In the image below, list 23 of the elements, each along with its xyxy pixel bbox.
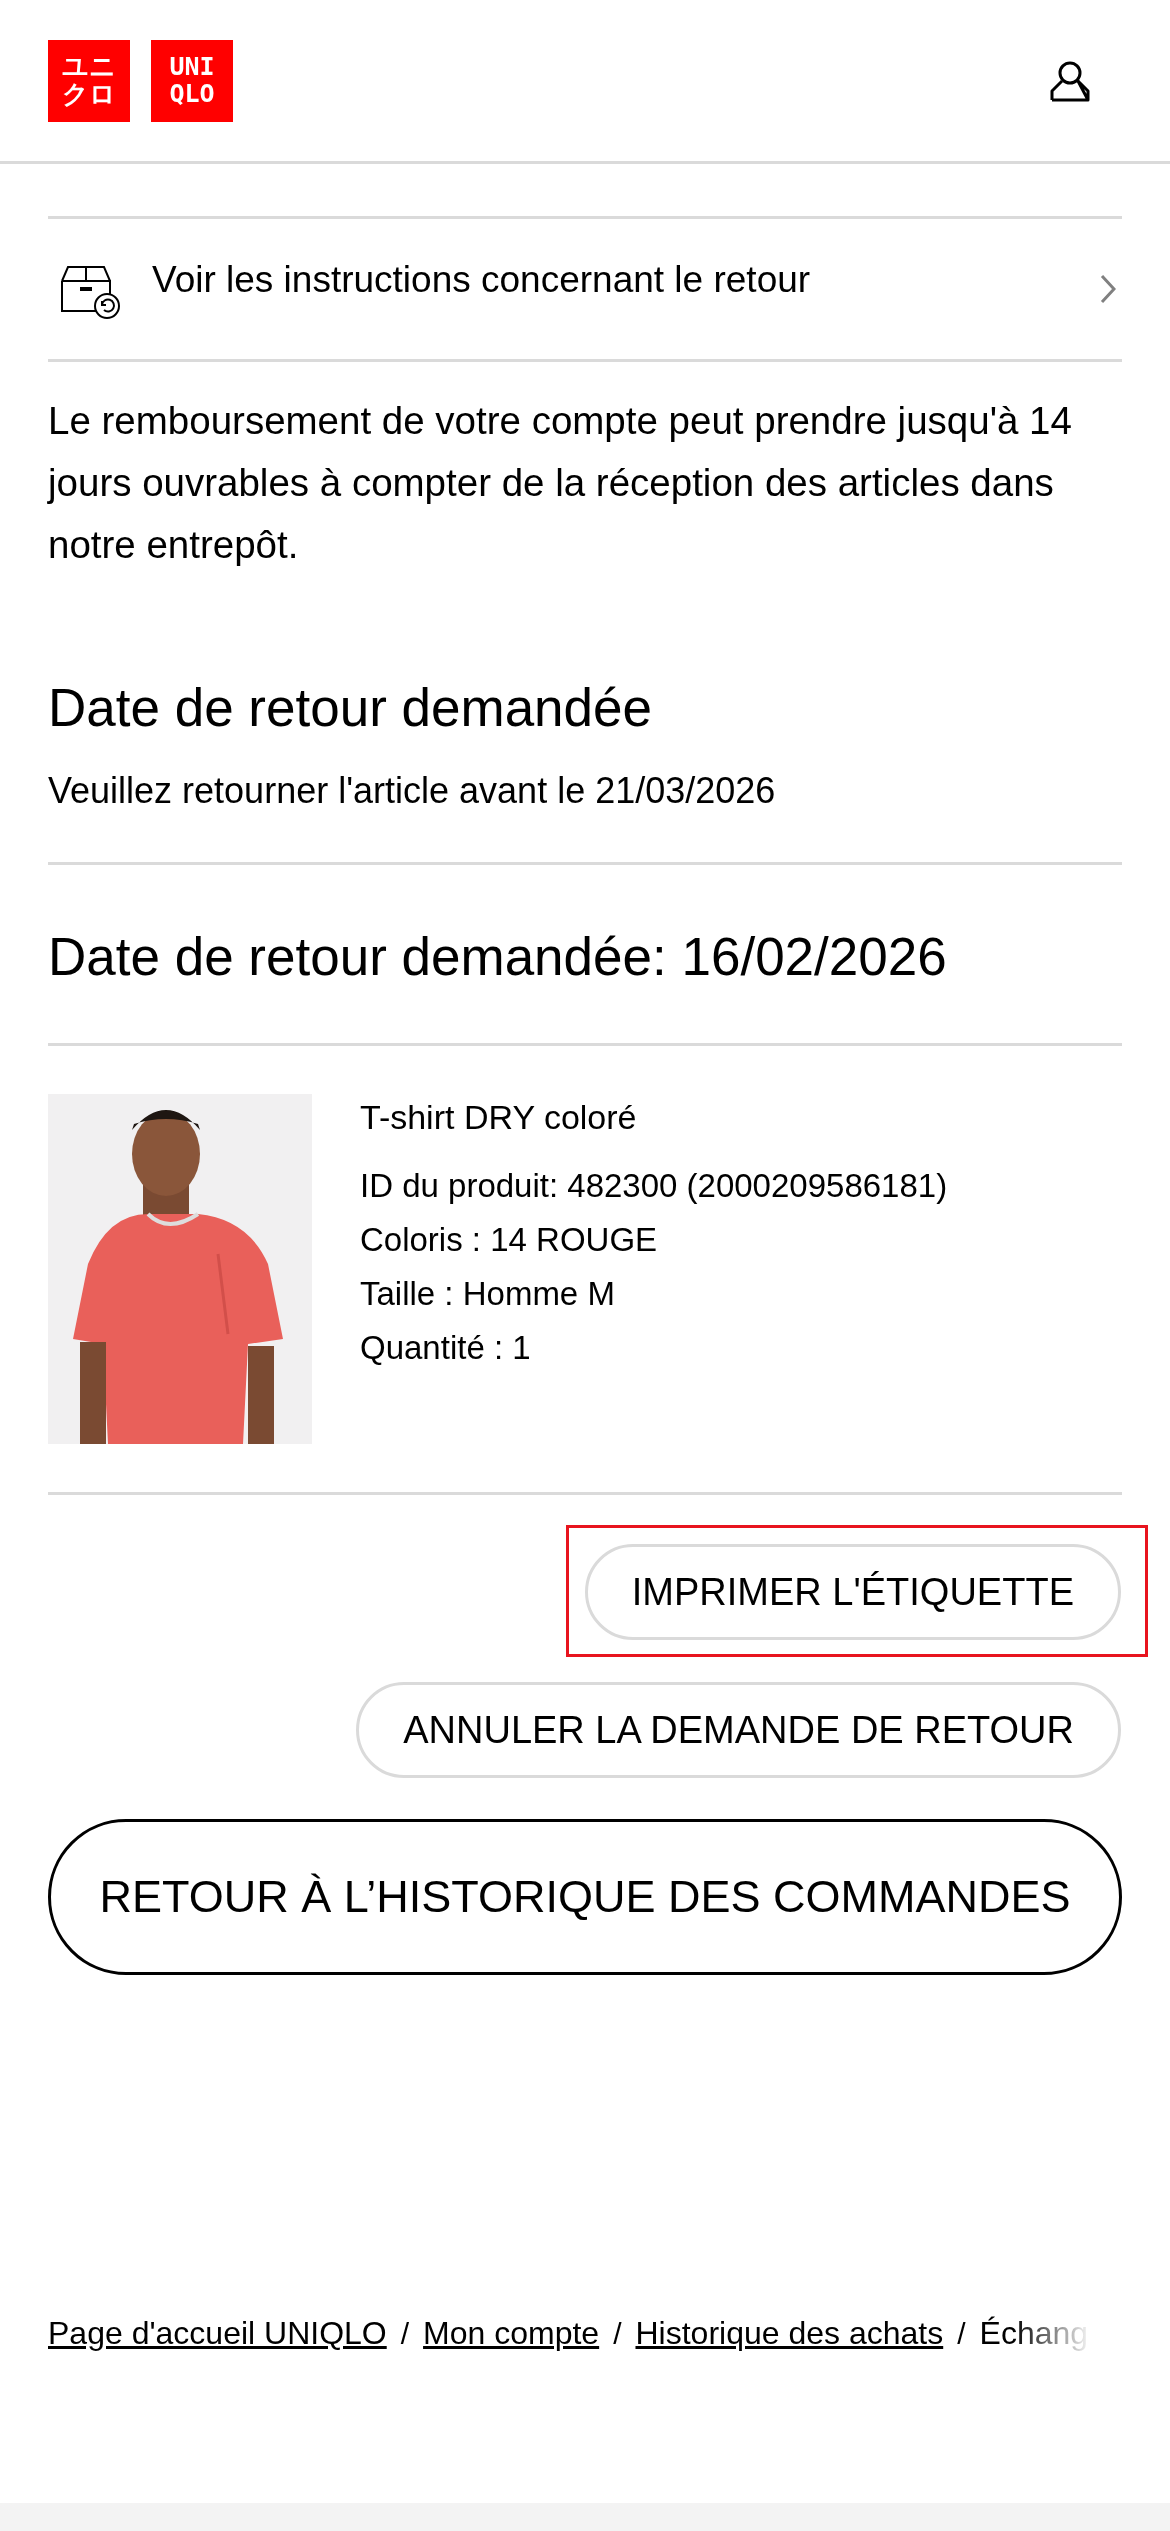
breadcrumb-link[interactable]: Page d'accueil UNIQLO — [48, 2315, 387, 2353]
deadline-text: Veuillez retourner l'article avant le 21/03/2026 — [48, 769, 1122, 865]
product-detail: Coloris : 14 ROUGE — [360, 1220, 659, 1261]
logo[interactable]: UNI QLO — [151, 39, 233, 122]
product-detail: Quantité : 1 — [360, 1328, 532, 1369]
product-name: T-shirt DRY coloré — [360, 1098, 638, 1138]
breadcrumb-separator: / — [957, 2317, 966, 2352]
breadcrumb-separator: / — [613, 2317, 622, 2352]
refund-note: Le remboursement de votre compte peut prendre jusqu'à 14 jours ouvrables à compter de la réception des articles dans notre entrepôt. — [48, 398, 1073, 568]
back-button[interactable]: RETOUR À L’HISTORIQUE DES COMMANDES — [48, 1819, 1122, 1976]
return-box-icon — [60, 265, 122, 319]
section-heading: Date de retour demandée — [48, 677, 653, 739]
logo[interactable]: ユニ クロ — [48, 39, 130, 122]
breadcrumb-separator: / — [400, 2317, 410, 2352]
action-button[interactable]: ANNULER LA DEMANDE DE RETOUR — [356, 1682, 1121, 1779]
chevron-right-icon — [1100, 274, 1116, 304]
requested-date-heading: Date de retour demandée: 16/02/2026 — [48, 924, 1122, 1047]
breadcrumb-link[interactable]: Historique des achats — [635, 2315, 944, 2353]
action-button[interactable]: IMPRIMER L'ÉTIQUETTE — [584, 1544, 1121, 1641]
breadcrumb-link[interactable]: Mon compte — [423, 2315, 600, 2353]
product-detail: ID du produit: 482300 (2000209586181) — [360, 1166, 948, 1207]
instructions-link[interactable]: Voir les instructions concernant le retour — [48, 216, 1122, 362]
product-detail: Taille : Homme M — [360, 1274, 616, 1315]
